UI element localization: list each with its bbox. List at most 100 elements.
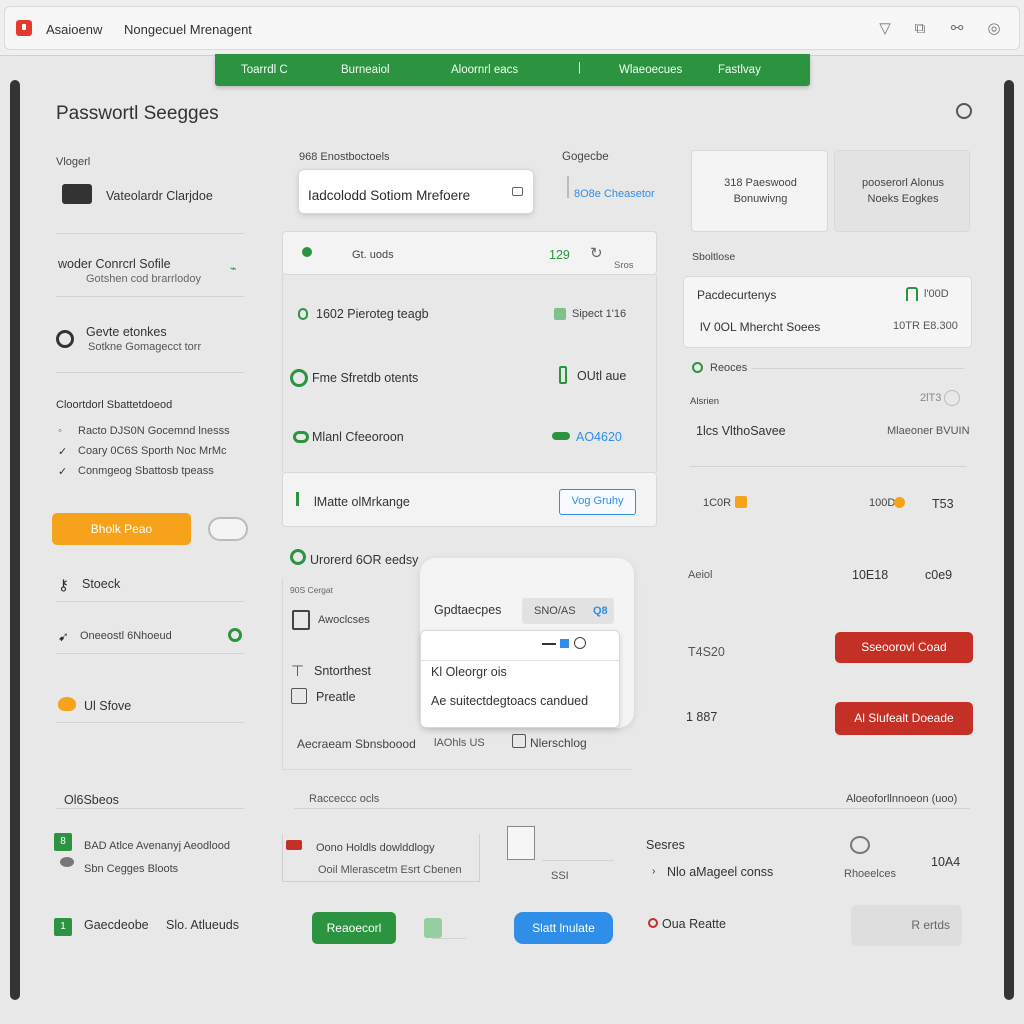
dropdown-item[interactable]: Kl Oleorgr ois (431, 665, 507, 679)
notepad-icon (507, 826, 535, 860)
row-value: Mlaeoner BVUIN (887, 425, 970, 437)
orange-action-button[interactable]: Bholk Peao (52, 513, 191, 545)
column-header: 968 Enostboctoels (299, 151, 390, 163)
footer-link[interactable]: Oua Reatte (662, 917, 726, 931)
divider (56, 233, 244, 234)
check-icon: ✓ (58, 446, 68, 458)
footer-text[interactable]: Nlerschlog (530, 736, 587, 750)
copy-icon[interactable]: ⧉ (911, 20, 929, 38)
notes-caption: Rhoeelces (844, 868, 896, 880)
notes-subtitle: Nlo aMageel conss (667, 865, 774, 879)
pill-icon (552, 432, 570, 440)
tool-icon: ⊤ (291, 663, 305, 680)
stat-value: T53 (932, 497, 954, 511)
list-item: Conmgeog Sbattosb tpeass (78, 465, 214, 477)
radio-label[interactable]: Reoces (710, 362, 747, 374)
tag-icon (554, 308, 566, 320)
column-header: Gogecbe (562, 151, 609, 163)
notes-title: Sesres (646, 838, 685, 852)
filter-icon[interactable]: ▽ (876, 20, 894, 38)
red-action-button[interactable]: Sseoorovl Coad (835, 632, 973, 663)
right-scrollbar[interactable] (1004, 80, 1014, 1000)
stat-value: 100D (869, 497, 896, 509)
row-label[interactable]: Oneeostl 6Nhoeud (80, 630, 172, 642)
link-icon[interactable]: ⚯ (948, 20, 966, 38)
status-ring-icon (290, 549, 306, 565)
clear-icon[interactable] (512, 187, 523, 196)
refresh-icon[interactable]: ↻ (590, 244, 603, 262)
dropdown-item[interactable]: Ae suitectdegtoacs candued (431, 694, 588, 708)
list-item: Coary 0C6S Sporth Noc MrMc (78, 445, 227, 457)
bottom-item-secondary[interactable]: Slo. Atlueuds (166, 918, 239, 932)
detail-label: lV 0OL Mhercht Soees (700, 320, 821, 334)
link-text[interactable]: 8O8e Cheasetor (574, 188, 655, 200)
cloud-icon (60, 857, 74, 867)
info-icon[interactable] (956, 103, 972, 119)
list-item: Sbn Cegges Bloots (84, 863, 179, 875)
nav-item[interactable]: Toarrdl C (241, 64, 288, 76)
left-scrollbar[interactable] (10, 80, 20, 1000)
divider (56, 372, 244, 373)
bottom-item[interactable]: Gaecdeobe (84, 918, 149, 932)
item-title[interactable]: Gevte etonkes (86, 325, 167, 339)
list-item-label[interactable]: 1602 Pieroteg teagb (316, 307, 429, 321)
blue-action-button[interactable]: Slatt lnulate (514, 912, 613, 944)
detail-value: l'00D (924, 288, 949, 300)
divider (421, 660, 619, 661)
note-title: Oono Holdls dowlddlogy (316, 842, 435, 854)
radio-button[interactable] (692, 362, 703, 373)
section-label: Vlogerl (56, 156, 91, 168)
list-item: Racto DJS0N Gocemnd lnesss (78, 425, 230, 437)
option-label[interactable]: Preatle (316, 690, 356, 704)
stat-card-label: pooserorl Alonus Noeks Eogkes (862, 177, 944, 205)
search-input-value: Iadcolodd Sotiom Mrefoere (308, 188, 471, 203)
list-item-value: Sipect 1'16 (572, 308, 627, 320)
text-cursor (567, 176, 569, 198)
row-label[interactable]: Stoeck (82, 577, 120, 591)
popup-badge-secondary: Q8 (593, 605, 608, 617)
row-label[interactable]: Ul Sfove (84, 699, 131, 713)
list-item-label[interactable]: Mlanl Cfeeoroon (312, 430, 404, 444)
toggle-switch[interactable] (208, 517, 248, 541)
dash-icon (542, 643, 556, 645)
divider (56, 601, 244, 602)
settings-icon[interactable]: ◎ (985, 20, 1003, 38)
row-value: 10E18 (852, 568, 889, 582)
green-action-button[interactable]: Reaoecorl (312, 912, 396, 944)
close-icon[interactable] (574, 637, 586, 649)
red-action-button[interactable]: Al Slufealt Doeade (835, 702, 973, 735)
vault-icon (62, 184, 92, 204)
view-button[interactable]: Vog Gruhy (559, 489, 636, 515)
divider (56, 653, 244, 654)
divider (542, 860, 614, 861)
marker-icon (296, 492, 299, 506)
section-title: Urorerd 6OR eedsy (310, 553, 419, 567)
vault-name[interactable]: Vateolardr Clarjdoe (106, 189, 213, 203)
ring-icon (290, 369, 308, 387)
note-subtitle: Ooil Mlerascetm Esrt Cbenen (318, 864, 462, 876)
key-icon: ⚷ (58, 577, 69, 594)
item-title[interactable]: woder Conrcrl Sofile (58, 257, 171, 271)
sort-icon[interactable] (512, 734, 526, 748)
leaf-icon: ⌁ (230, 263, 237, 275)
bullet-icon: › (652, 866, 656, 877)
top-navigation: Toarrdl C Burneaiol Aloornrl eacs | Wlae… (215, 54, 810, 86)
window-title: Nongecuel Mrenagent (124, 22, 252, 37)
divider (294, 808, 970, 809)
option-label[interactable]: Awoclcses (318, 614, 370, 626)
leaf-icon (424, 918, 442, 938)
nav-item[interactable]: Wlaeoecues (619, 64, 682, 76)
nav-item[interactable]: Fastlvay (718, 64, 761, 76)
coin-icon (735, 496, 747, 508)
nav-item[interactable]: Burneaiol (341, 64, 390, 76)
help-icon[interactable] (944, 390, 960, 406)
nav-item[interactable]: Aloornrl eacs (451, 64, 518, 76)
green-badge-icon: 8 (54, 833, 72, 851)
option-label[interactable]: Sntorthest (314, 664, 371, 678)
coin-icon (894, 497, 905, 508)
grey-button[interactable]: R ertds (851, 905, 962, 946)
alert-icon (648, 918, 658, 928)
list-item: BAD Atlce Avenanyj Aeodlood (84, 840, 230, 852)
page-icon (291, 688, 307, 704)
list-item-label[interactable]: Fme Sfretdb otents (312, 371, 418, 385)
